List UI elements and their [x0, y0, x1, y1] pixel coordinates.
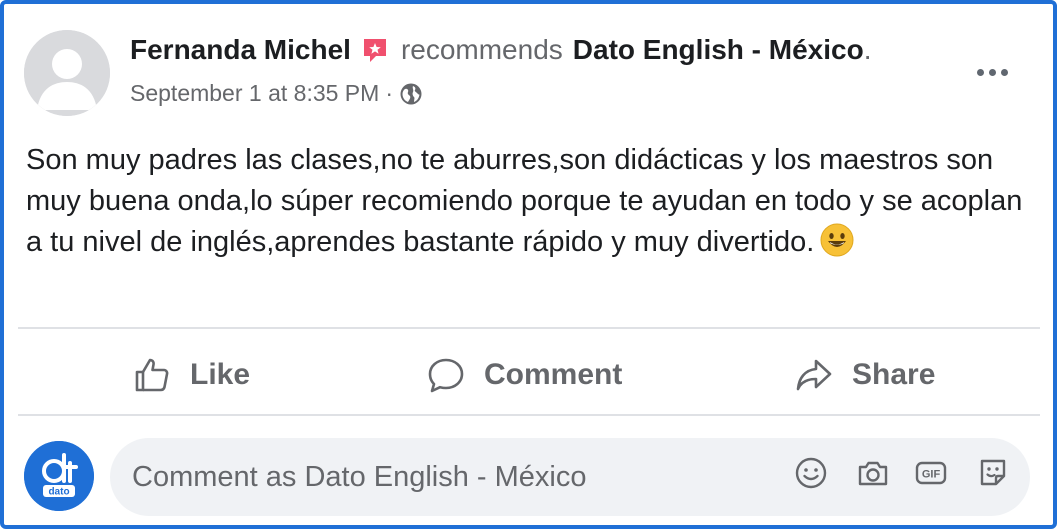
globe-icon[interactable] [399, 82, 423, 106]
comment-button[interactable]: Comment [426, 342, 622, 408]
post-card: Fernanda Michel recommends Dato English … [0, 0, 1057, 529]
header-period: . [863, 34, 872, 65]
comment-bubble-icon [428, 358, 464, 393]
post-actions-bar: Like Comment Share [18, 342, 1040, 408]
page-avatar[interactable]: dato [24, 441, 94, 511]
comment-input[interactable] [110, 438, 1030, 516]
svg-text:GIF: GIF [922, 469, 941, 481]
post-header: Fernanda Michel recommends Dato English … [130, 34, 872, 66]
post-meta: September 1 at 8:35 PM · [130, 80, 423, 107]
comment-label: Comment [484, 358, 623, 391]
like-button[interactable]: Like [132, 342, 250, 408]
post-timestamp[interactable]: September 1 at 8:35 PM [130, 80, 379, 107]
camera-icon[interactable] [854, 454, 892, 492]
recommendation-badge-icon [363, 39, 386, 62]
emoji-icon[interactable] [792, 454, 830, 492]
dato-logo-icon: dato [24, 441, 94, 511]
post-body: Son muy padres las clases,no te aburres,… [26, 140, 1026, 263]
page-name-link[interactable]: Dato English - México [573, 34, 864, 66]
author-avatar[interactable] [24, 30, 110, 116]
thumbs-up-icon [135, 358, 169, 392]
like-label: Like [190, 358, 251, 391]
author-name[interactable]: Fernanda Michel [130, 34, 351, 66]
more-options-button[interactable] [972, 60, 1012, 84]
avatar-logo-text: dato [48, 487, 69, 498]
grinning-face-emoji-icon [820, 223, 854, 257]
share-label: Share [852, 358, 936, 391]
share-button[interactable]: Share [794, 342, 935, 408]
meta-separator: · [385, 80, 393, 106]
more-dot-icon [1000, 68, 1008, 76]
more-dot-icon [988, 68, 996, 76]
default-profile-icon [24, 30, 110, 116]
recommends-text: recommends [400, 34, 563, 65]
sticker-icon[interactable] [974, 454, 1012, 492]
actions-divider-bottom [18, 414, 1040, 416]
share-arrow-icon [796, 359, 832, 391]
more-dot-icon [976, 68, 984, 76]
actions-divider-top [18, 327, 1040, 329]
gif-icon[interactable]: GIF [912, 454, 950, 492]
post-body-text: Son muy padres las clases,no te aburres,… [26, 144, 1023, 258]
